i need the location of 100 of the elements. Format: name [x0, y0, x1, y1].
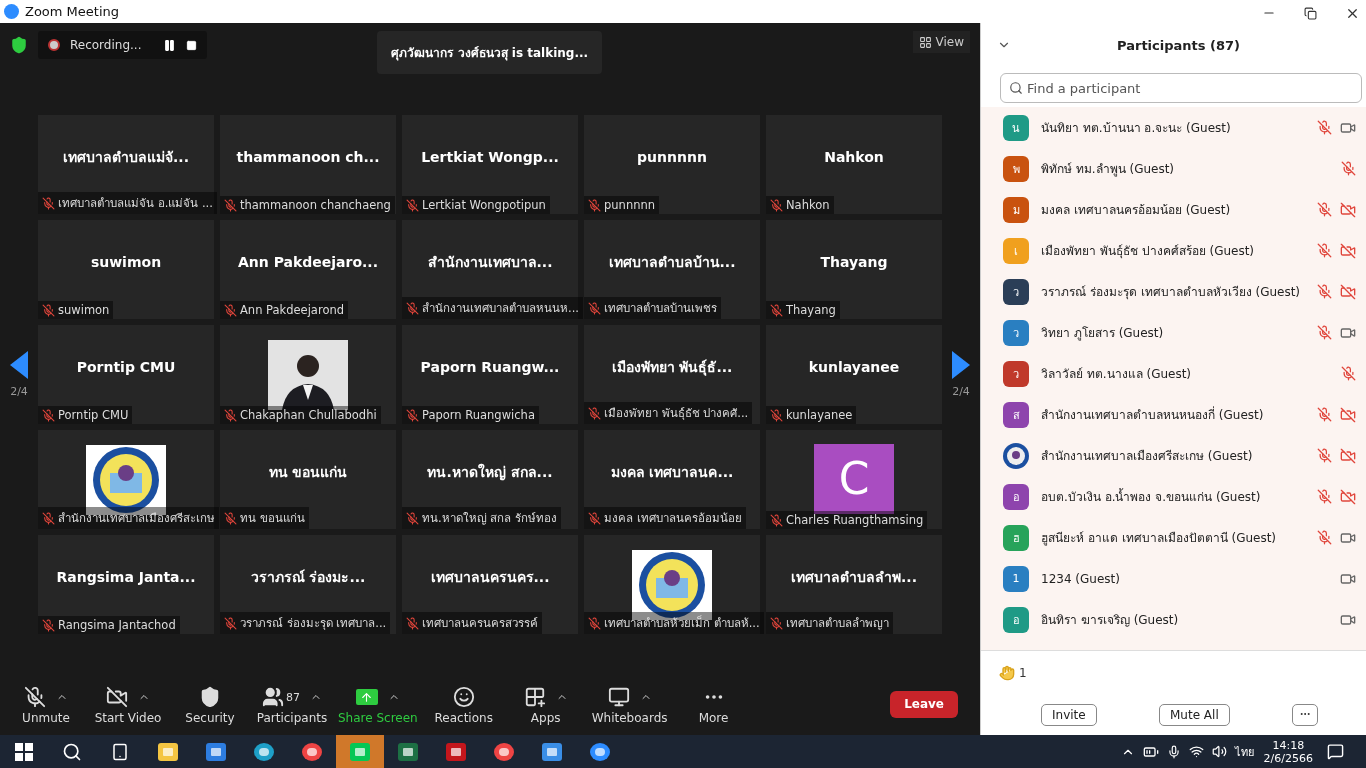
- participant-name: Rangsima Janta...: [56, 568, 196, 585]
- microphone-muted-icon: [406, 408, 419, 422]
- avatar: ว: [1003, 360, 1029, 387]
- participant-row[interactable]: 1 1234 (Guest): [981, 558, 1366, 599]
- volume-icon[interactable]: [1211, 744, 1227, 759]
- shield-icon[interactable]: [199, 686, 221, 708]
- participant-name: ทน.หาดใหญ่ สกล...: [427, 462, 553, 483]
- toolbar-button[interactable]: Share Screen: [338, 711, 418, 725]
- avatar: เ: [1003, 237, 1029, 264]
- restore-icon[interactable]: [1304, 6, 1318, 20]
- avatar: อ: [1003, 483, 1029, 510]
- microphone-muted-icon: [42, 303, 55, 317]
- raised-hand-count: 1: [1019, 666, 1027, 680]
- participant-row[interactable]: น นันทิยา ทต.บ้านนา อ.จะนะ (Guest): [981, 107, 1366, 148]
- view-button[interactable]: View: [912, 31, 970, 53]
- participant-name: Thayang: [820, 253, 888, 270]
- participant-name: วิลาวัลย์ ทต.นางแล (Guest): [1041, 366, 1193, 383]
- microphone-muted-icon: [406, 301, 419, 315]
- toolbar-button[interactable]: Security: [185, 711, 235, 725]
- participant-name: Lertkiat Wongpotipun: [422, 198, 546, 212]
- participant-name: Charles Ruangthamsing: [786, 513, 924, 527]
- people-icon[interactable]: [262, 686, 284, 708]
- leave-button[interactable]: Leave: [890, 690, 958, 718]
- toolbar-button[interactable]: Apps: [530, 711, 561, 725]
- panel-title: Participants (87): [1116, 37, 1241, 53]
- participant-name: punnnnn: [637, 148, 707, 165]
- avatar: C: [814, 443, 894, 514]
- participant-name: 1234 (Guest): [1041, 571, 1121, 586]
- participant-name: ทน.หาดใหญ่ สกล รักษ์ทอง: [422, 510, 557, 527]
- panel-button[interactable]: Mute All: [1159, 704, 1230, 726]
- toolbar-button[interactable]: Unmute: [22, 711, 70, 725]
- participant-name: มงคล เทศบาลนครอ้อมน้อย: [604, 510, 742, 527]
- language-indicator[interactable]: ไทย: [1234, 742, 1254, 761]
- whiteboard-icon[interactable]: [607, 686, 630, 708]
- search-icon[interactable]: [62, 741, 82, 762]
- microphone-muted-icon: [588, 406, 601, 420]
- participant-name: kunlayanee: [786, 408, 853, 422]
- smiley-icon[interactable]: [452, 686, 475, 708]
- microphone-muted-icon: [770, 616, 783, 630]
- participant-name: Lertkiat Wongp...: [421, 148, 559, 165]
- toolbar-button[interactable]: More: [698, 711, 729, 725]
- microphone-muted-icon: [42, 511, 55, 525]
- participant-row[interactable]: ว วิทยา ภูโยสาร (Guest): [981, 312, 1366, 353]
- microphone-icon[interactable]: [1166, 744, 1181, 759]
- clock-date: 2/6/2566: [1263, 751, 1313, 765]
- participant-name: สำนักงานเทศบาลตำบลหนนห...: [422, 300, 579, 317]
- participant-name: เทศบาลตำบลลำพ...: [791, 567, 917, 587]
- share-screen-icon[interactable]: [355, 689, 378, 705]
- participant-row[interactable]: ฮ ฮูสนียะห์ อาแด เทศบาลเมืองปัตตานี (Guest): [981, 517, 1366, 558]
- participant-name: suwimon: [58, 303, 110, 317]
- microphone-muted-icon: [588, 616, 601, 630]
- avatar: น: [1003, 114, 1029, 141]
- participant-name: Rangsima Jantachod: [58, 618, 176, 632]
- participant-name: วราภรณ์ ร่องมะ...: [250, 567, 366, 587]
- participant-name: เมืองพัทยา พันธุ์ธั...: [611, 357, 733, 378]
- microphone-muted-icon: [224, 408, 237, 422]
- apps-icon[interactable]: [523, 686, 546, 708]
- participant-name: เทศบาลตำบลบ้าน...: [608, 252, 736, 272]
- participant-row[interactable]: ว วิลาวัลย์ ทต.นางแล (Guest): [981, 353, 1366, 394]
- pause-icon[interactable]: [163, 38, 177, 52]
- microphone-muted-icon: [770, 303, 783, 317]
- microphone-muted-icon: [224, 198, 237, 212]
- participant-row[interactable]: อ อินทิรา ฆารเจริญ (Guest): [981, 599, 1366, 640]
- page-number: 2/4: [952, 385, 970, 398]
- search-icon: [1009, 81, 1023, 95]
- participant-name: วราภรณ์ ร่องมะรุด เทศบาล...: [240, 615, 387, 632]
- participant-name: suwimon: [90, 253, 162, 270]
- stop-icon[interactable]: [186, 39, 198, 51]
- more-options-button[interactable]: [1292, 704, 1319, 726]
- participant-name: พิทักษ์ ทม.ลำพูน (Guest): [1041, 161, 1176, 178]
- shield-check-icon[interactable]: [10, 36, 28, 54]
- participant-name: เทศบาลตำบลบ้านเพชร: [604, 300, 717, 317]
- notifications-icon[interactable]: [1327, 743, 1344, 760]
- participant-name: ทน ขอนแก่น: [268, 462, 348, 482]
- recording-label: Recording...: [70, 38, 142, 52]
- participant-name: Ann Pakdeejaro...: [238, 253, 378, 270]
- toolbar-button[interactable]: Whiteboards: [591, 711, 668, 725]
- participant-name: เทศบาลตำบลห้วยเม็ก ตำบลห้...: [604, 614, 760, 632]
- toolbar-button[interactable]: Participants: [256, 711, 328, 725]
- panel-button[interactable]: Invite: [1041, 704, 1097, 726]
- participant-name: ทน ขอนแก่น: [240, 510, 305, 527]
- windows-start-icon[interactable]: [15, 742, 33, 761]
- participant-name: Paporn Ruangwicha: [422, 408, 535, 422]
- microphone-muted-icon: [770, 408, 783, 422]
- participant-name: เมืองพัทยา พันธุ์ธัช ปางคศั...: [604, 405, 749, 422]
- participant-name: Nahkon: [786, 198, 830, 212]
- toolbar-button[interactable]: Start Video: [94, 711, 162, 725]
- clock-time: 14:18: [1272, 738, 1305, 752]
- participant-name: thammanoon chanchaeng: [240, 198, 391, 212]
- wifi-icon[interactable]: [1188, 744, 1204, 759]
- participant-name: thammanoon ch...: [236, 148, 380, 165]
- app-logo-icon: [4, 4, 19, 19]
- participant-name: วิทยา ภูโยสาร (Guest): [1041, 325, 1165, 342]
- avatar: อ: [1003, 606, 1029, 633]
- participant-name: Paporn Ruangw...: [420, 358, 560, 375]
- participant-row[interactable]: พ พิทักษ์ ทม.ลำพูน (Guest): [981, 148, 1366, 189]
- participant-name: Chakaphan Chullabodhi: [240, 408, 377, 422]
- participant-name: อบต.บัวเงิน อ.น้ำพอง จ.ขอนแก่น (Guest): [1041, 487, 1262, 506]
- participant-name: สำนักงานเทศบาลตำบลหนหนองกี่ (Guest): [1041, 405, 1265, 424]
- toolbar-button[interactable]: Reactions: [434, 711, 493, 725]
